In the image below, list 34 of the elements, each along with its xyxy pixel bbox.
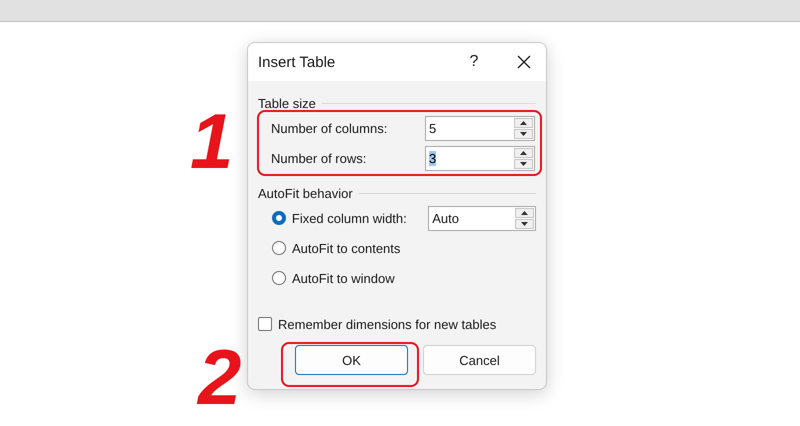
radio-button[interactable] <box>272 241 286 255</box>
radio-button[interactable] <box>272 271 286 285</box>
help-button[interactable]: ? <box>446 53 502 71</box>
up-arrow-icon <box>520 120 527 124</box>
spin-up-button[interactable] <box>514 118 533 128</box>
down-arrow-icon <box>520 132 527 136</box>
spin-down-button[interactable] <box>514 128 533 138</box>
number-field[interactable]: Auto <box>428 206 536 230</box>
up-arrow-icon <box>520 150 527 154</box>
step-number: 2 <box>198 338 242 416</box>
cancel-button[interactable]: Cancel <box>423 345 536 375</box>
spin-down-button[interactable] <box>515 218 534 228</box>
close-icon <box>517 55 531 69</box>
number-field[interactable]: 3 <box>425 146 535 170</box>
field-label: Number of columns: <box>271 120 388 136</box>
ok-button[interactable]: OK <box>295 345 408 375</box>
field-label: Number of rows: <box>271 150 368 166</box>
spin-up-button[interactable] <box>515 208 534 218</box>
radio-button[interactable] <box>272 211 286 225</box>
down-arrow-icon <box>520 162 527 166</box>
option-label: AutoFit to window <box>292 270 395 286</box>
checkbox-label: Remember dimensions for new tables <box>278 316 496 332</box>
spin-up-button[interactable] <box>514 148 533 158</box>
up-arrow-icon <box>521 210 528 214</box>
dialog-title: Insert Table <box>258 54 336 70</box>
down-arrow-icon <box>521 222 528 226</box>
step-number: 1 <box>190 102 234 180</box>
spin-down-button[interactable] <box>514 158 533 168</box>
checkbox[interactable] <box>258 317 272 331</box>
section-heading: Table size <box>258 96 316 110</box>
option-label: Fixed column width: <box>292 210 408 226</box>
number-field[interactable]: 5 <box>425 116 535 140</box>
section-heading: AutoFit behavior <box>258 186 353 200</box>
option-label: AutoFit to contents <box>292 240 400 256</box>
